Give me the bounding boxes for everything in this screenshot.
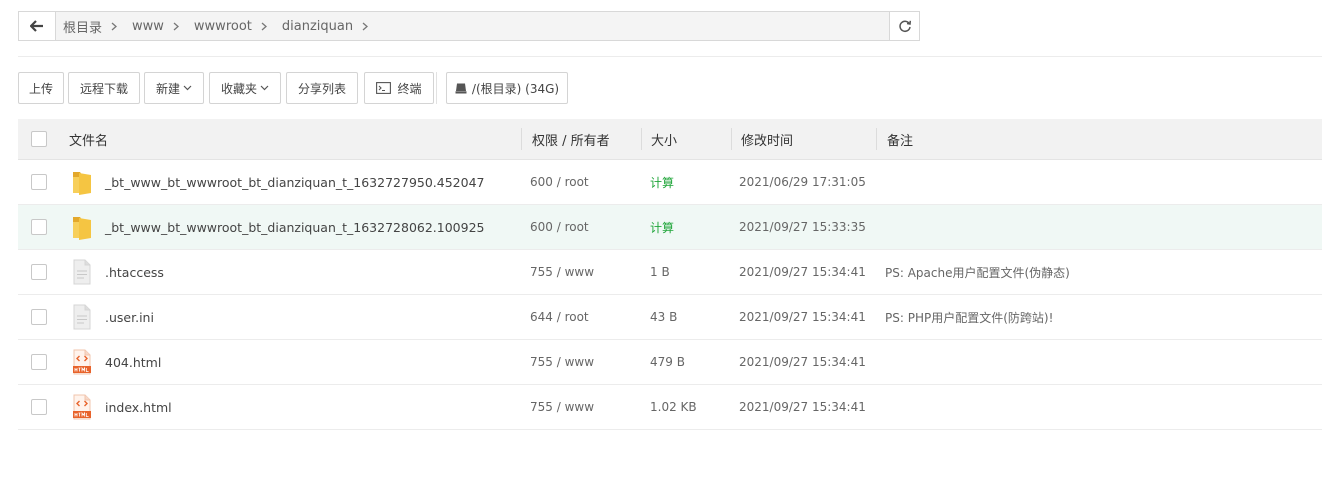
perm-owner-cell[interactable]: 755 / www — [530, 250, 594, 294]
back-button[interactable] — [19, 12, 56, 40]
favorites-dropdown-button[interactable]: 收藏夹 — [209, 72, 281, 104]
perm-owner-cell[interactable]: 755 / www — [530, 340, 594, 384]
column-header-size[interactable]: 大小 — [651, 119, 677, 159]
row-checkbox[interactable] — [31, 219, 47, 235]
breadcrumb-label: www — [132, 18, 164, 34]
chevron-right-icon — [353, 22, 375, 31]
chevron-right-icon — [252, 22, 274, 31]
size-cell: 479 B — [650, 355, 685, 369]
chevron-down-icon — [183, 85, 192, 91]
size-calc-link[interactable]: 计算 — [650, 205, 674, 249]
refresh-icon — [898, 20, 911, 33]
breadcrumb-item-root[interactable]: 根目录 — [55, 12, 124, 40]
path-bar: 根目录 www wwwroot dianziquan — [18, 11, 920, 41]
upload-button-label: 上传 — [28, 81, 53, 96]
perm-owner-cell[interactable]: 600 / root — [530, 160, 589, 204]
breadcrumb-item-wwwroot[interactable]: wwwroot — [186, 12, 274, 40]
column-separator — [521, 128, 522, 150]
table-row[interactable]: index.html 755 / www 1.02 KB 2021/09/27 … — [18, 385, 1322, 430]
breadcrumb-item-dianziquan[interactable]: dianziquan — [274, 12, 375, 40]
file-name-link[interactable]: index.html — [105, 385, 172, 429]
breadcrumb-label: dianziquan — [281, 18, 354, 34]
note-cell: PS: Apache用户配置文件(伪静态) — [885, 265, 1070, 280]
table-row[interactable]: .htaccess 755 / www 1 B 2021/09/27 15:34… — [18, 250, 1322, 295]
perm-owner-cell[interactable]: 644 / root — [530, 295, 589, 339]
disk-button[interactable]: /(根目录) (34G) — [446, 72, 568, 104]
disk-icon — [455, 83, 467, 93]
column-header-mtime[interactable]: 修改时间 — [741, 119, 793, 159]
text-file-icon — [73, 304, 91, 330]
mtime-cell: 2021/09/27 15:33:35 — [739, 220, 866, 234]
table-row[interactable]: 404.html 755 / www 479 B 2021/09/27 15:3… — [18, 340, 1322, 385]
file-table: 文件名 权限 / 所有者 大小 修改时间 备注 _bt_www_bt_wwwro… — [18, 119, 1322, 430]
column-separator — [876, 128, 877, 150]
note-cell: PS: PHP用户配置文件(防跨站)! — [885, 310, 1054, 325]
upload-button[interactable]: 上传 — [18, 72, 64, 104]
chevron-right-icon — [164, 22, 186, 31]
breadcrumb-label: wwwroot — [193, 18, 252, 34]
text-file-icon — [73, 259, 91, 285]
favorites-button-label: 收藏夹 — [220, 81, 257, 96]
row-checkbox[interactable] — [31, 354, 47, 370]
disk-label: /(根目录) (34G) — [471, 81, 560, 96]
file-name-link[interactable]: .user.ini — [105, 295, 154, 339]
table-header: 文件名 权限 / 所有者 大小 修改时间 备注 — [18, 119, 1322, 160]
mtime-cell: 2021/09/27 15:34:41 — [739, 265, 866, 279]
file-name-link[interactable]: _bt_www_bt_wwwroot_bt_dianziquan_t_16327… — [105, 205, 485, 249]
remote-download-button[interactable]: 远程下载 — [68, 72, 140, 104]
perm-owner-cell[interactable]: 600 / root — [530, 205, 589, 249]
table-row[interactable]: .user.ini 644 / root 43 B 2021/09/27 15:… — [18, 295, 1322, 340]
html-file-icon — [73, 394, 91, 420]
mtime-cell: 2021/09/27 15:34:41 — [739, 355, 866, 369]
mtime-cell: 2021/09/27 15:34:41 — [739, 310, 866, 324]
size-calc-link[interactable]: 计算 — [650, 160, 674, 204]
breadcrumb-item-www[interactable]: www — [124, 12, 186, 40]
row-checkbox[interactable] — [31, 309, 47, 325]
row-checkbox[interactable] — [31, 264, 47, 280]
toolbar-divider — [436, 72, 437, 104]
terminal-button[interactable]: 终端 — [364, 72, 434, 104]
select-all-checkbox[interactable] — [31, 131, 47, 147]
chevron-down-icon — [260, 85, 269, 91]
row-checkbox[interactable] — [31, 399, 47, 415]
mtime-cell: 2021/09/27 15:34:41 — [739, 400, 866, 414]
refresh-button[interactable] — [889, 12, 919, 40]
header-divider — [18, 56, 1322, 57]
folder-icon — [73, 217, 91, 240]
table-row[interactable]: _bt_www_bt_wwwroot_bt_dianziquan_t_16327… — [18, 160, 1322, 205]
column-header-name[interactable]: 文件名 — [69, 119, 108, 159]
new-button-label: 新建 — [155, 81, 180, 96]
size-cell: 1 B — [650, 265, 670, 279]
file-name-link[interactable]: _bt_www_bt_wwwroot_bt_dianziquan_t_16327… — [105, 160, 485, 204]
size-cell: 43 B — [650, 310, 678, 324]
column-separator — [641, 128, 642, 150]
html-file-icon — [73, 349, 91, 375]
table-row[interactable]: _bt_www_bt_wwwroot_bt_dianziquan_t_16327… — [18, 205, 1322, 250]
column-header-perm-owner[interactable]: 权限 / 所有者 — [532, 119, 610, 159]
column-separator — [731, 128, 732, 150]
arrow-left-icon — [30, 20, 43, 32]
mtime-cell: 2021/06/29 17:31:05 — [739, 175, 866, 189]
size-cell: 1.02 KB — [650, 400, 697, 414]
breadcrumb: 根目录 www wwwroot dianziquan — [55, 12, 375, 40]
file-name-link[interactable]: 404.html — [105, 340, 161, 384]
terminal-icon — [376, 82, 392, 94]
remote-download-label: 远程下载 — [79, 81, 128, 96]
new-dropdown-button[interactable]: 新建 — [144, 72, 204, 104]
file-name-link[interactable]: .htaccess — [105, 250, 164, 294]
row-checkbox[interactable] — [31, 174, 47, 190]
share-list-label: 分享列表 — [297, 81, 346, 96]
perm-owner-cell[interactable]: 755 / www — [530, 385, 594, 429]
breadcrumb-label: 根目录 — [63, 20, 103, 36]
chevron-right-icon — [102, 22, 124, 31]
terminal-label: 终端 — [397, 81, 422, 96]
share-list-button[interactable]: 分享列表 — [286, 72, 358, 104]
column-header-note: 备注 — [887, 133, 914, 149]
folder-icon — [73, 172, 91, 195]
